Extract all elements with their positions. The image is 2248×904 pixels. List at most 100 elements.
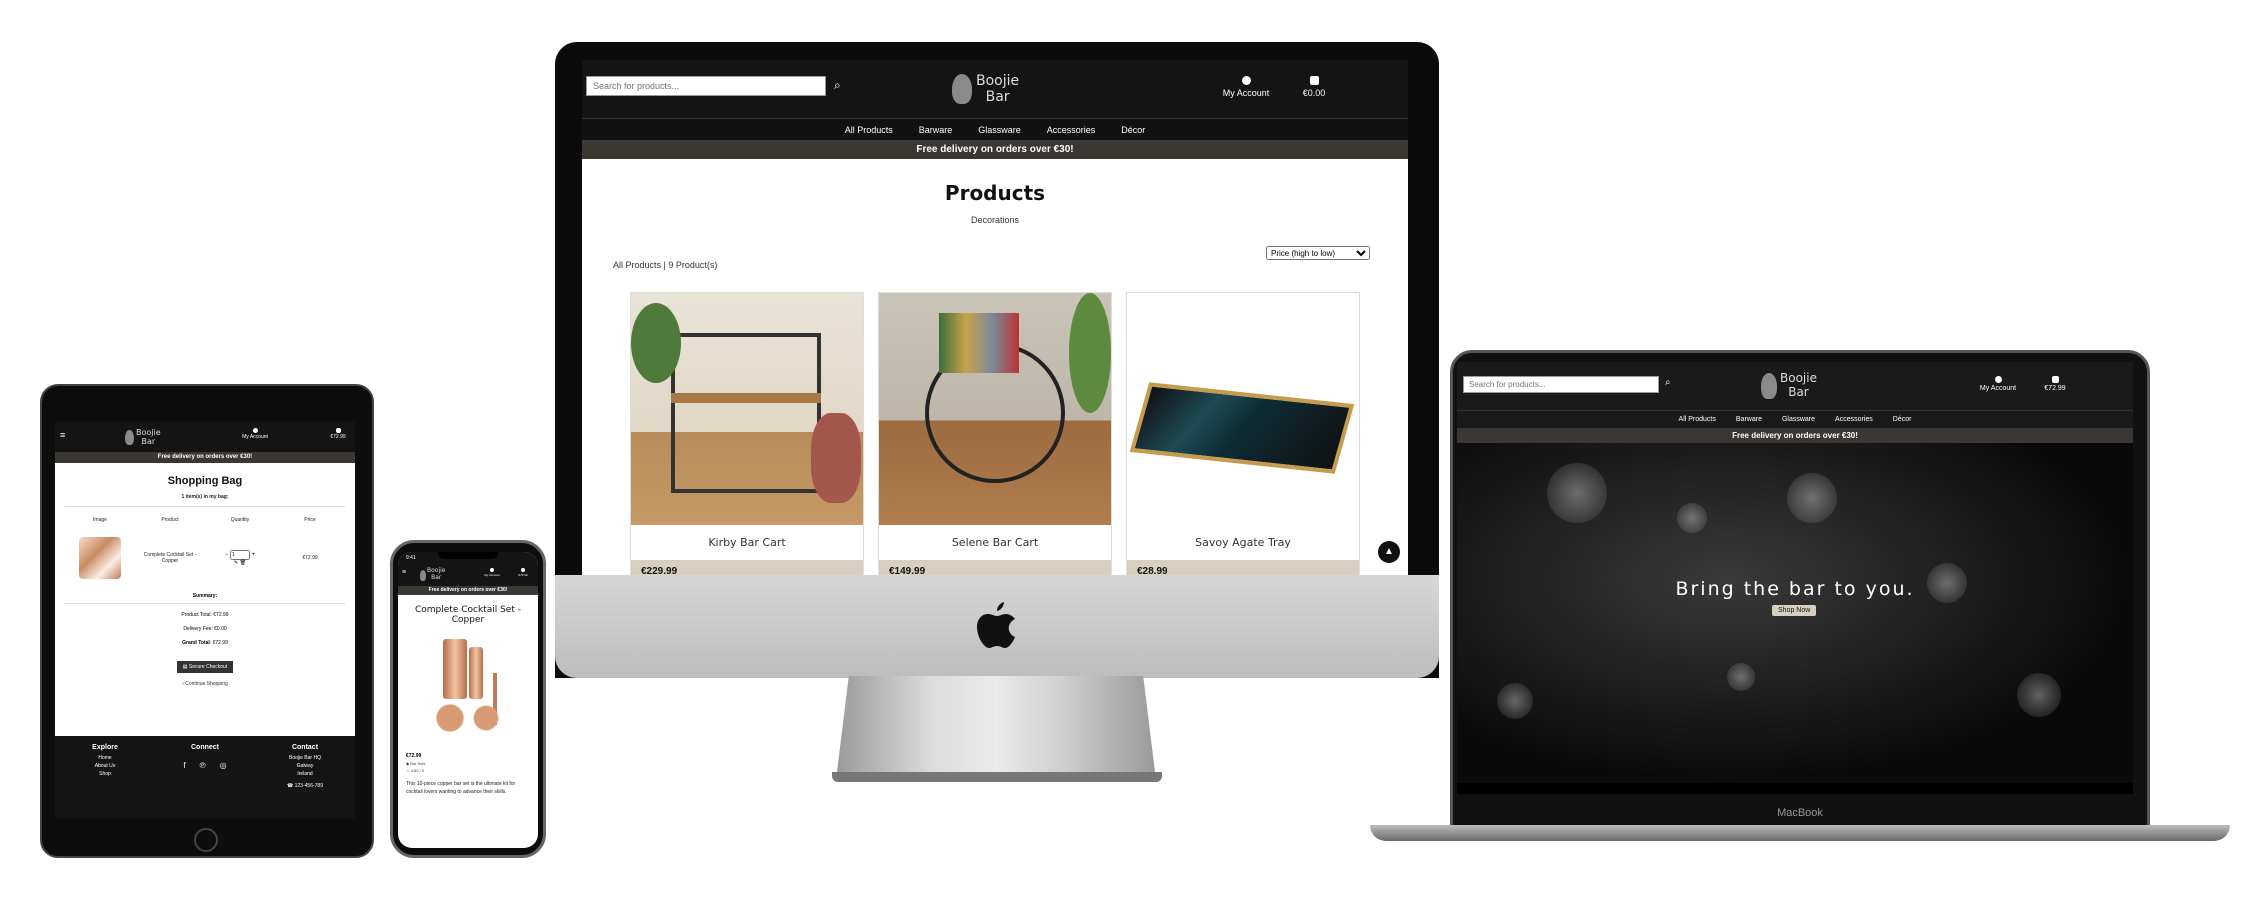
contact-line: Galway bbox=[296, 763, 314, 769]
phone-icon: ☎ bbox=[287, 783, 295, 789]
brand-logo[interactable]: Boojie Bar bbox=[420, 565, 445, 585]
nav-all-products[interactable]: All Products bbox=[845, 125, 893, 135]
delivery-banner: Free delivery on orders over €30! bbox=[1457, 428, 2133, 443]
menu-icon[interactable]: ≡ bbox=[402, 569, 406, 576]
quantity-input[interactable] bbox=[230, 550, 250, 560]
product-card[interactable]: Selene Bar Cart €149.99 bbox=[878, 292, 1112, 575]
search-input[interactable] bbox=[1463, 376, 1659, 393]
footer-contact-title: Contact bbox=[291, 744, 319, 751]
brand-line2: Bar bbox=[1788, 385, 1809, 399]
imac-foot bbox=[832, 772, 1162, 782]
product-price: €229.99 bbox=[631, 560, 863, 575]
product-card[interactable]: Savoy Agate Tray €28.99 bbox=[1126, 292, 1360, 575]
page-title: Products bbox=[944, 181, 1046, 205]
product-description: This 10-piece copper bar set is the ulti… bbox=[406, 781, 516, 795]
grand-total-value: : €72.99 bbox=[209, 640, 228, 646]
cart-link[interactable]: €0.00 bbox=[1294, 76, 1334, 98]
nav-barware[interactable]: Barware bbox=[919, 125, 953, 135]
footer-link-home[interactable]: Home bbox=[55, 755, 155, 761]
product-name: Savoy Agate Tray bbox=[1195, 536, 1291, 549]
product-category[interactable]: ◆ Bar Sets bbox=[406, 761, 530, 766]
col-price: Price bbox=[304, 517, 316, 523]
search-input[interactable] bbox=[586, 76, 826, 96]
page-title: Shopping Bag bbox=[167, 475, 243, 487]
nav-barware[interactable]: Barware bbox=[1736, 416, 1762, 423]
account-link[interactable]: My Account bbox=[1216, 76, 1276, 98]
menu-icon[interactable]: ≡ bbox=[60, 430, 65, 440]
bag-icon bbox=[2051, 376, 2059, 383]
cart-link[interactable]: €72.99 bbox=[2037, 376, 2073, 392]
nav-decor[interactable]: Décor bbox=[1893, 416, 1912, 423]
search-icon[interactable]: ⌕ bbox=[1665, 377, 1671, 388]
cart-link[interactable]: €72.99 bbox=[325, 428, 351, 440]
product-title: Complete Cocktail Set - Copper bbox=[415, 605, 521, 625]
bag-icon bbox=[1309, 76, 1319, 85]
nav-accessories[interactable]: Accessories bbox=[1047, 125, 1096, 135]
bag-icon bbox=[335, 428, 341, 433]
status-time: 9:41 bbox=[406, 555, 416, 561]
brand-logo[interactable]: Boojie Bar bbox=[125, 424, 161, 450]
product-name: Kirby Bar Cart bbox=[708, 536, 786, 549]
plus-icon[interactable]: + bbox=[252, 552, 256, 558]
footer-link-shop[interactable]: Shop bbox=[55, 771, 155, 777]
cart-link[interactable]: €72.99 bbox=[512, 568, 534, 577]
shop-now-button[interactable]: Shop Now bbox=[1772, 605, 1817, 616]
grand-total-label: Grand Total bbox=[182, 640, 210, 646]
kirby-bar-cart-image bbox=[631, 293, 863, 525]
secure-checkout-button[interactable]: ▤ Secure Checkout bbox=[176, 661, 234, 673]
minus-icon[interactable]: − bbox=[225, 552, 229, 558]
delivery-banner: Free delivery on orders over €30! bbox=[582, 140, 1408, 159]
site-header: ⌕ BoojieBar My Account €72.99 bbox=[1457, 362, 2133, 410]
search-icon[interactable]: ⌕ bbox=[834, 78, 841, 93]
secure-checkout-label: Secure Checkout bbox=[188, 664, 228, 670]
col-image: Image bbox=[93, 517, 107, 523]
instagram-icon[interactable]: ◎ bbox=[220, 761, 227, 770]
category-subtitle: Decorations bbox=[970, 215, 1020, 225]
delivery-banner: Free delivery on orders over €30! bbox=[55, 452, 355, 463]
apple-logo-icon bbox=[972, 600, 1022, 652]
brand-logo[interactable]: Boojie Bar bbox=[952, 64, 1019, 114]
trash-icon[interactable]: 🗑 bbox=[240, 560, 246, 566]
product-name: Selene Bar Cart bbox=[951, 536, 1039, 549]
back-to-top-button[interactable]: ▲ bbox=[1378, 541, 1400, 563]
sort-select[interactable]: Price (high to low) bbox=[1266, 246, 1370, 260]
ipad-home-button bbox=[194, 828, 218, 852]
facebook-icon[interactable]: f bbox=[183, 761, 185, 770]
category-label: Bar Sets bbox=[410, 761, 426, 766]
nav-decor[interactable]: Décor bbox=[1121, 125, 1145, 135]
site-footer: Explore Home About Us Shop Connect f ℗ ◎… bbox=[55, 736, 355, 818]
pinterest-icon[interactable]: ℗ bbox=[200, 761, 206, 770]
product-card[interactable]: Kirby Bar Cart €229.99 bbox=[630, 292, 864, 575]
brand-logo[interactable]: Boojie Bar bbox=[1761, 366, 1817, 406]
cart-total: €72.99 bbox=[518, 573, 528, 577]
footer-link-about[interactable]: About Us bbox=[55, 763, 155, 769]
product-rating: ☆ 4.80 / 5 bbox=[406, 768, 530, 773]
cocktail-set-thumbnail bbox=[79, 537, 121, 579]
nav-glassware[interactable]: Glassware bbox=[1782, 416, 1815, 423]
delivery-fee: Delivery Fee: €0.00 bbox=[183, 626, 227, 632]
footer-explore-title: Explore bbox=[92, 744, 118, 751]
col-product: Product bbox=[161, 517, 179, 523]
imac-stand bbox=[836, 676, 1156, 780]
logo-glass-icon bbox=[1761, 373, 1777, 399]
main-nav: All Products Barware Glassware Accessori… bbox=[582, 118, 1408, 140]
product-price: €28.99 bbox=[1127, 560, 1359, 575]
continue-shopping-label: Continue Shopping bbox=[185, 681, 228, 687]
account-link[interactable]: My Account bbox=[476, 568, 508, 577]
account-link[interactable]: My Account bbox=[1972, 376, 2024, 392]
product-price: €149.99 bbox=[879, 560, 1111, 575]
brand-line1: Boojie bbox=[136, 427, 161, 437]
contact-line: Ireland bbox=[297, 771, 313, 777]
notch bbox=[438, 552, 498, 559]
nav-all-products[interactable]: All Products bbox=[1679, 416, 1716, 423]
user-icon bbox=[252, 428, 258, 433]
logo-glass-icon bbox=[125, 429, 134, 445]
nav-glassware[interactable]: Glassware bbox=[978, 125, 1021, 135]
cart-total: €72.99 bbox=[2044, 385, 2066, 392]
continue-shopping-link[interactable]: ‹ Continue Shopping bbox=[55, 681, 355, 687]
edit-icon[interactable]: ✎ bbox=[234, 560, 238, 566]
site-header: ≡ Boojie Bar My Account €72.99 bbox=[55, 422, 355, 452]
account-link[interactable]: My Account bbox=[235, 428, 275, 440]
nav-accessories[interactable]: Accessories bbox=[1835, 416, 1873, 423]
macbook-brand: MacBook bbox=[1777, 807, 1823, 819]
